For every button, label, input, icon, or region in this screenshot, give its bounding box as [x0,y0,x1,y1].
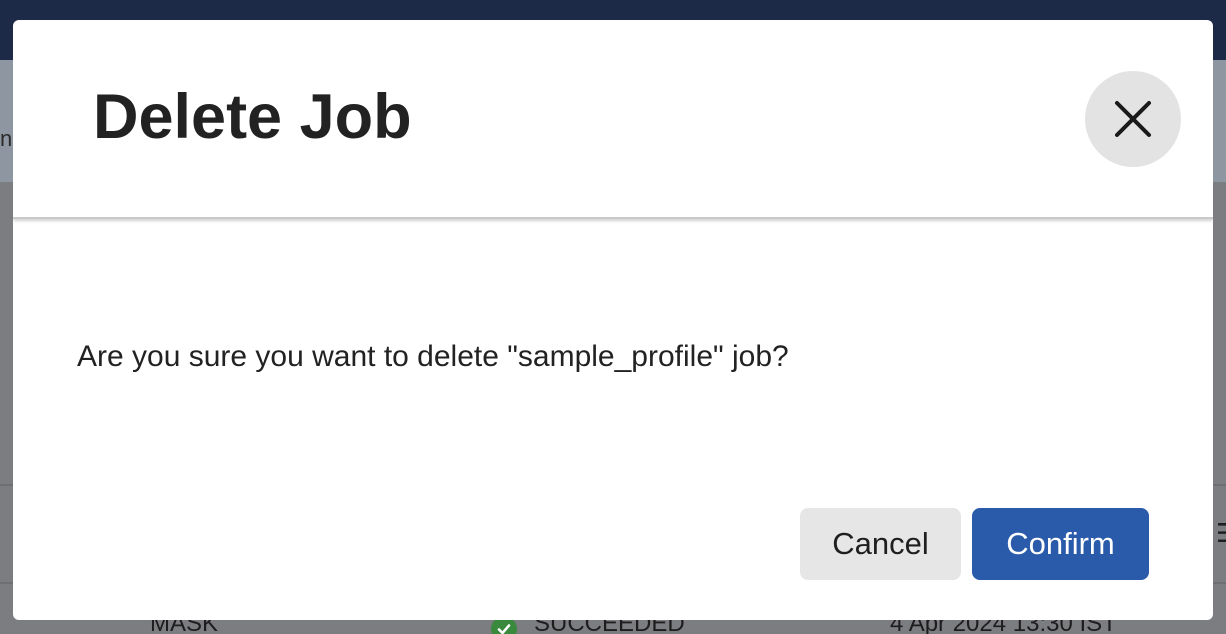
dialog-header: Delete Job [13,20,1213,219]
dialog-message: Are you sure you want to delete "sample_… [77,340,789,373]
close-button[interactable] [1085,71,1181,167]
dialog-title: Delete Job [93,82,412,152]
delete-job-dialog: Delete Job Are you sure you want to dele… [13,20,1213,620]
close-icon [1115,101,1151,137]
confirm-button[interactable]: Confirm [972,508,1149,580]
cancel-button[interactable]: Cancel [800,508,961,580]
column-menu-icon[interactable]: ☰ [1216,518,1226,549]
